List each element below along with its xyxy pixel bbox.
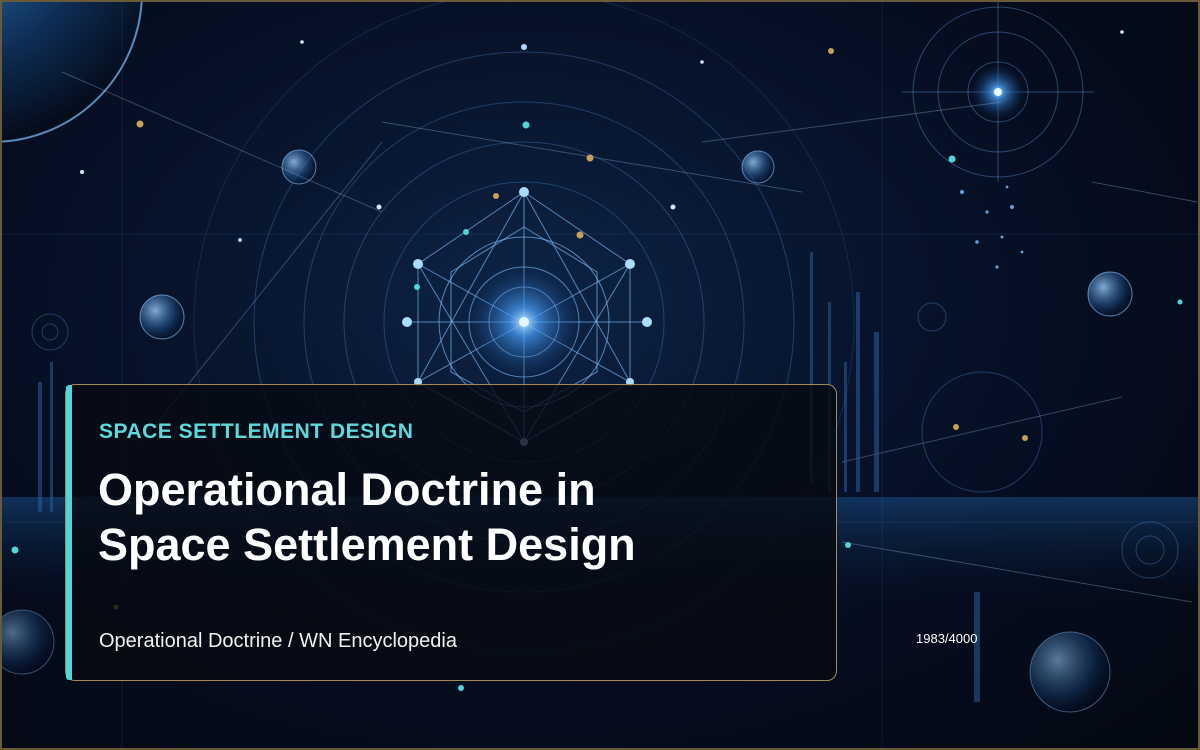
page-counter: 1983/4000	[916, 631, 978, 646]
slide-subtitle: Operational Doctrine / WN Encyclopedia	[99, 630, 457, 652]
title-card: SPACE SETTLEMENT DESIGN Operational Doct…	[65, 384, 837, 681]
slide-title: Operational Doctrine in Space Settlement…	[98, 462, 818, 572]
accent-bar	[66, 385, 72, 680]
planet-graphic	[2, 2, 143, 143]
slide-title-line-1: Operational Doctrine in	[98, 464, 596, 515]
slide-title-line-2: Space Settlement Design	[98, 519, 636, 570]
category-label: SPACE SETTLEMENT DESIGN	[99, 420, 414, 443]
slide-frame: SPACE SETTLEMENT DESIGN Operational Doct…	[0, 0, 1200, 750]
